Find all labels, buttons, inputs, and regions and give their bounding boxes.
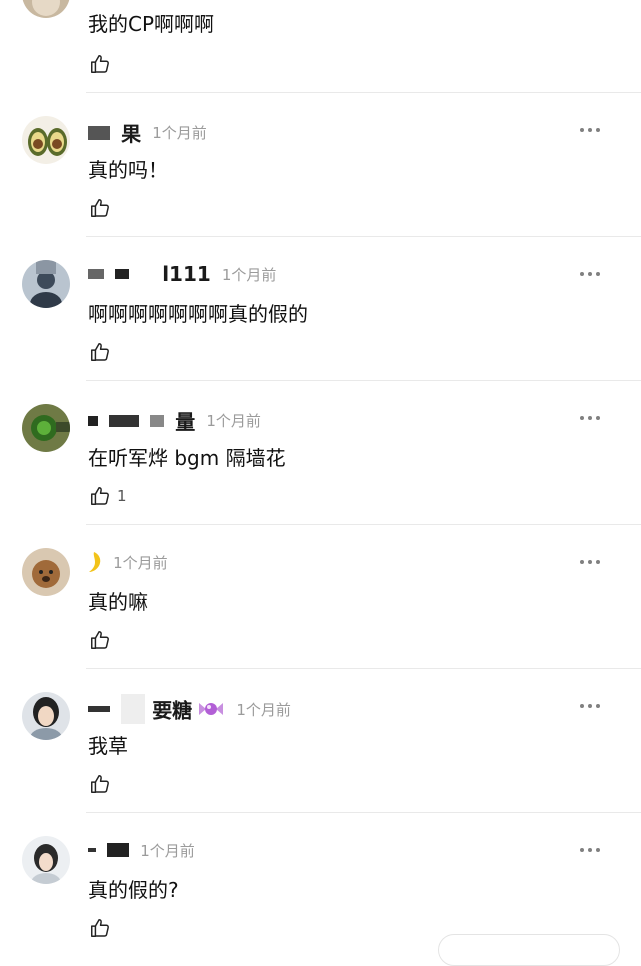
like-button[interactable]: 1	[89, 484, 127, 508]
redacted-name-block	[88, 848, 96, 852]
timestamp: 1个月前	[152, 124, 207, 142]
plant-avatar-icon	[22, 404, 70, 452]
timestamp: 1个月前	[236, 700, 291, 719]
comment-meta: 量 1个月前	[88, 406, 261, 435]
redacted-name-block	[115, 269, 130, 279]
avocado-avatar-icon	[22, 116, 70, 164]
more-options-button[interactable]	[580, 560, 600, 564]
avatar[interactable]	[22, 692, 70, 740]
candy-emoji-icon	[197, 700, 225, 718]
comment-text: 真的假的?	[88, 878, 179, 902]
thumbs-up-icon	[91, 919, 109, 937]
thumbs-up-icon	[91, 55, 109, 73]
thumbs-up-icon	[91, 775, 109, 793]
username[interactable]: 量	[175, 410, 195, 434]
divider	[86, 92, 641, 93]
timestamp: 1个月前	[113, 553, 168, 572]
redacted-name-block	[107, 843, 130, 857]
avatar[interactable]	[22, 836, 70, 884]
timestamp: 1个月前	[206, 412, 261, 430]
redacted-name-block	[121, 694, 146, 724]
like-button[interactable]	[89, 916, 111, 940]
avatar-person-icon	[22, 260, 70, 308]
comment-text: 真的吗！	[88, 158, 168, 182]
comment-text: 我的CP啊啊啊	[88, 12, 215, 36]
like-button[interactable]	[89, 196, 111, 220]
girl-avatar-icon	[22, 836, 70, 884]
thumbs-up-icon	[91, 631, 109, 649]
avatar[interactable]	[22, 116, 70, 164]
comment-text: 在听军烨 bgm 隔墙花	[88, 446, 286, 470]
like-button[interactable]	[89, 340, 111, 364]
comment-text: 啊啊啊啊啊啊啊真的假的	[88, 302, 308, 326]
comment-text: 真的嘛	[88, 590, 148, 614]
avatar[interactable]	[22, 260, 70, 308]
divider	[86, 380, 641, 381]
timestamp: 1个月前	[140, 841, 195, 860]
thumbs-up-icon	[91, 487, 109, 505]
divider	[86, 524, 641, 525]
more-options-button[interactable]	[580, 848, 600, 852]
comment-text: 我草	[88, 734, 128, 758]
avatar[interactable]	[22, 404, 70, 452]
more-options-button[interactable]	[580, 128, 600, 132]
comment-meta: 果 1个月前	[88, 118, 207, 147]
redacted-name-block	[88, 706, 110, 712]
avatar[interactable]	[22, 0, 70, 18]
divider	[86, 236, 641, 237]
more-options-button[interactable]	[580, 416, 600, 420]
divider	[86, 812, 641, 813]
more-options-button[interactable]	[580, 272, 600, 276]
more-options-button[interactable]	[580, 704, 600, 708]
comment-meta: 1个月前	[88, 838, 195, 862]
redacted-name-block	[88, 415, 98, 426]
like-count: 1	[117, 487, 127, 505]
redacted-name-block	[150, 414, 165, 427]
thumbs-up-icon	[91, 343, 109, 361]
username[interactable]: 要糖	[152, 699, 192, 723]
comment-meta: 1个月前	[88, 550, 168, 574]
avatar[interactable]	[22, 548, 70, 596]
username[interactable]: 果	[121, 122, 141, 146]
moon-emoji-icon	[88, 551, 102, 573]
redacted-name-block	[109, 414, 140, 427]
username[interactable]: l111	[162, 262, 211, 286]
like-button[interactable]	[89, 52, 111, 76]
redacted-name-block	[88, 125, 110, 140]
like-button[interactable]	[89, 628, 111, 652]
redacted-name-block	[88, 269, 104, 279]
thumbs-up-icon	[91, 199, 109, 217]
dog-avatar-icon	[22, 548, 70, 596]
divider	[86, 668, 641, 669]
timestamp: 1个月前	[221, 265, 277, 284]
like-button[interactable]	[89, 772, 111, 796]
floating-input-bar[interactable]	[438, 934, 620, 966]
comment-meta: 要糖 1个月前	[88, 694, 291, 724]
girl-avatar-icon	[22, 692, 70, 740]
comment-meta: l111 1个月前	[88, 262, 276, 286]
avatar-person-icon	[22, 0, 70, 18]
